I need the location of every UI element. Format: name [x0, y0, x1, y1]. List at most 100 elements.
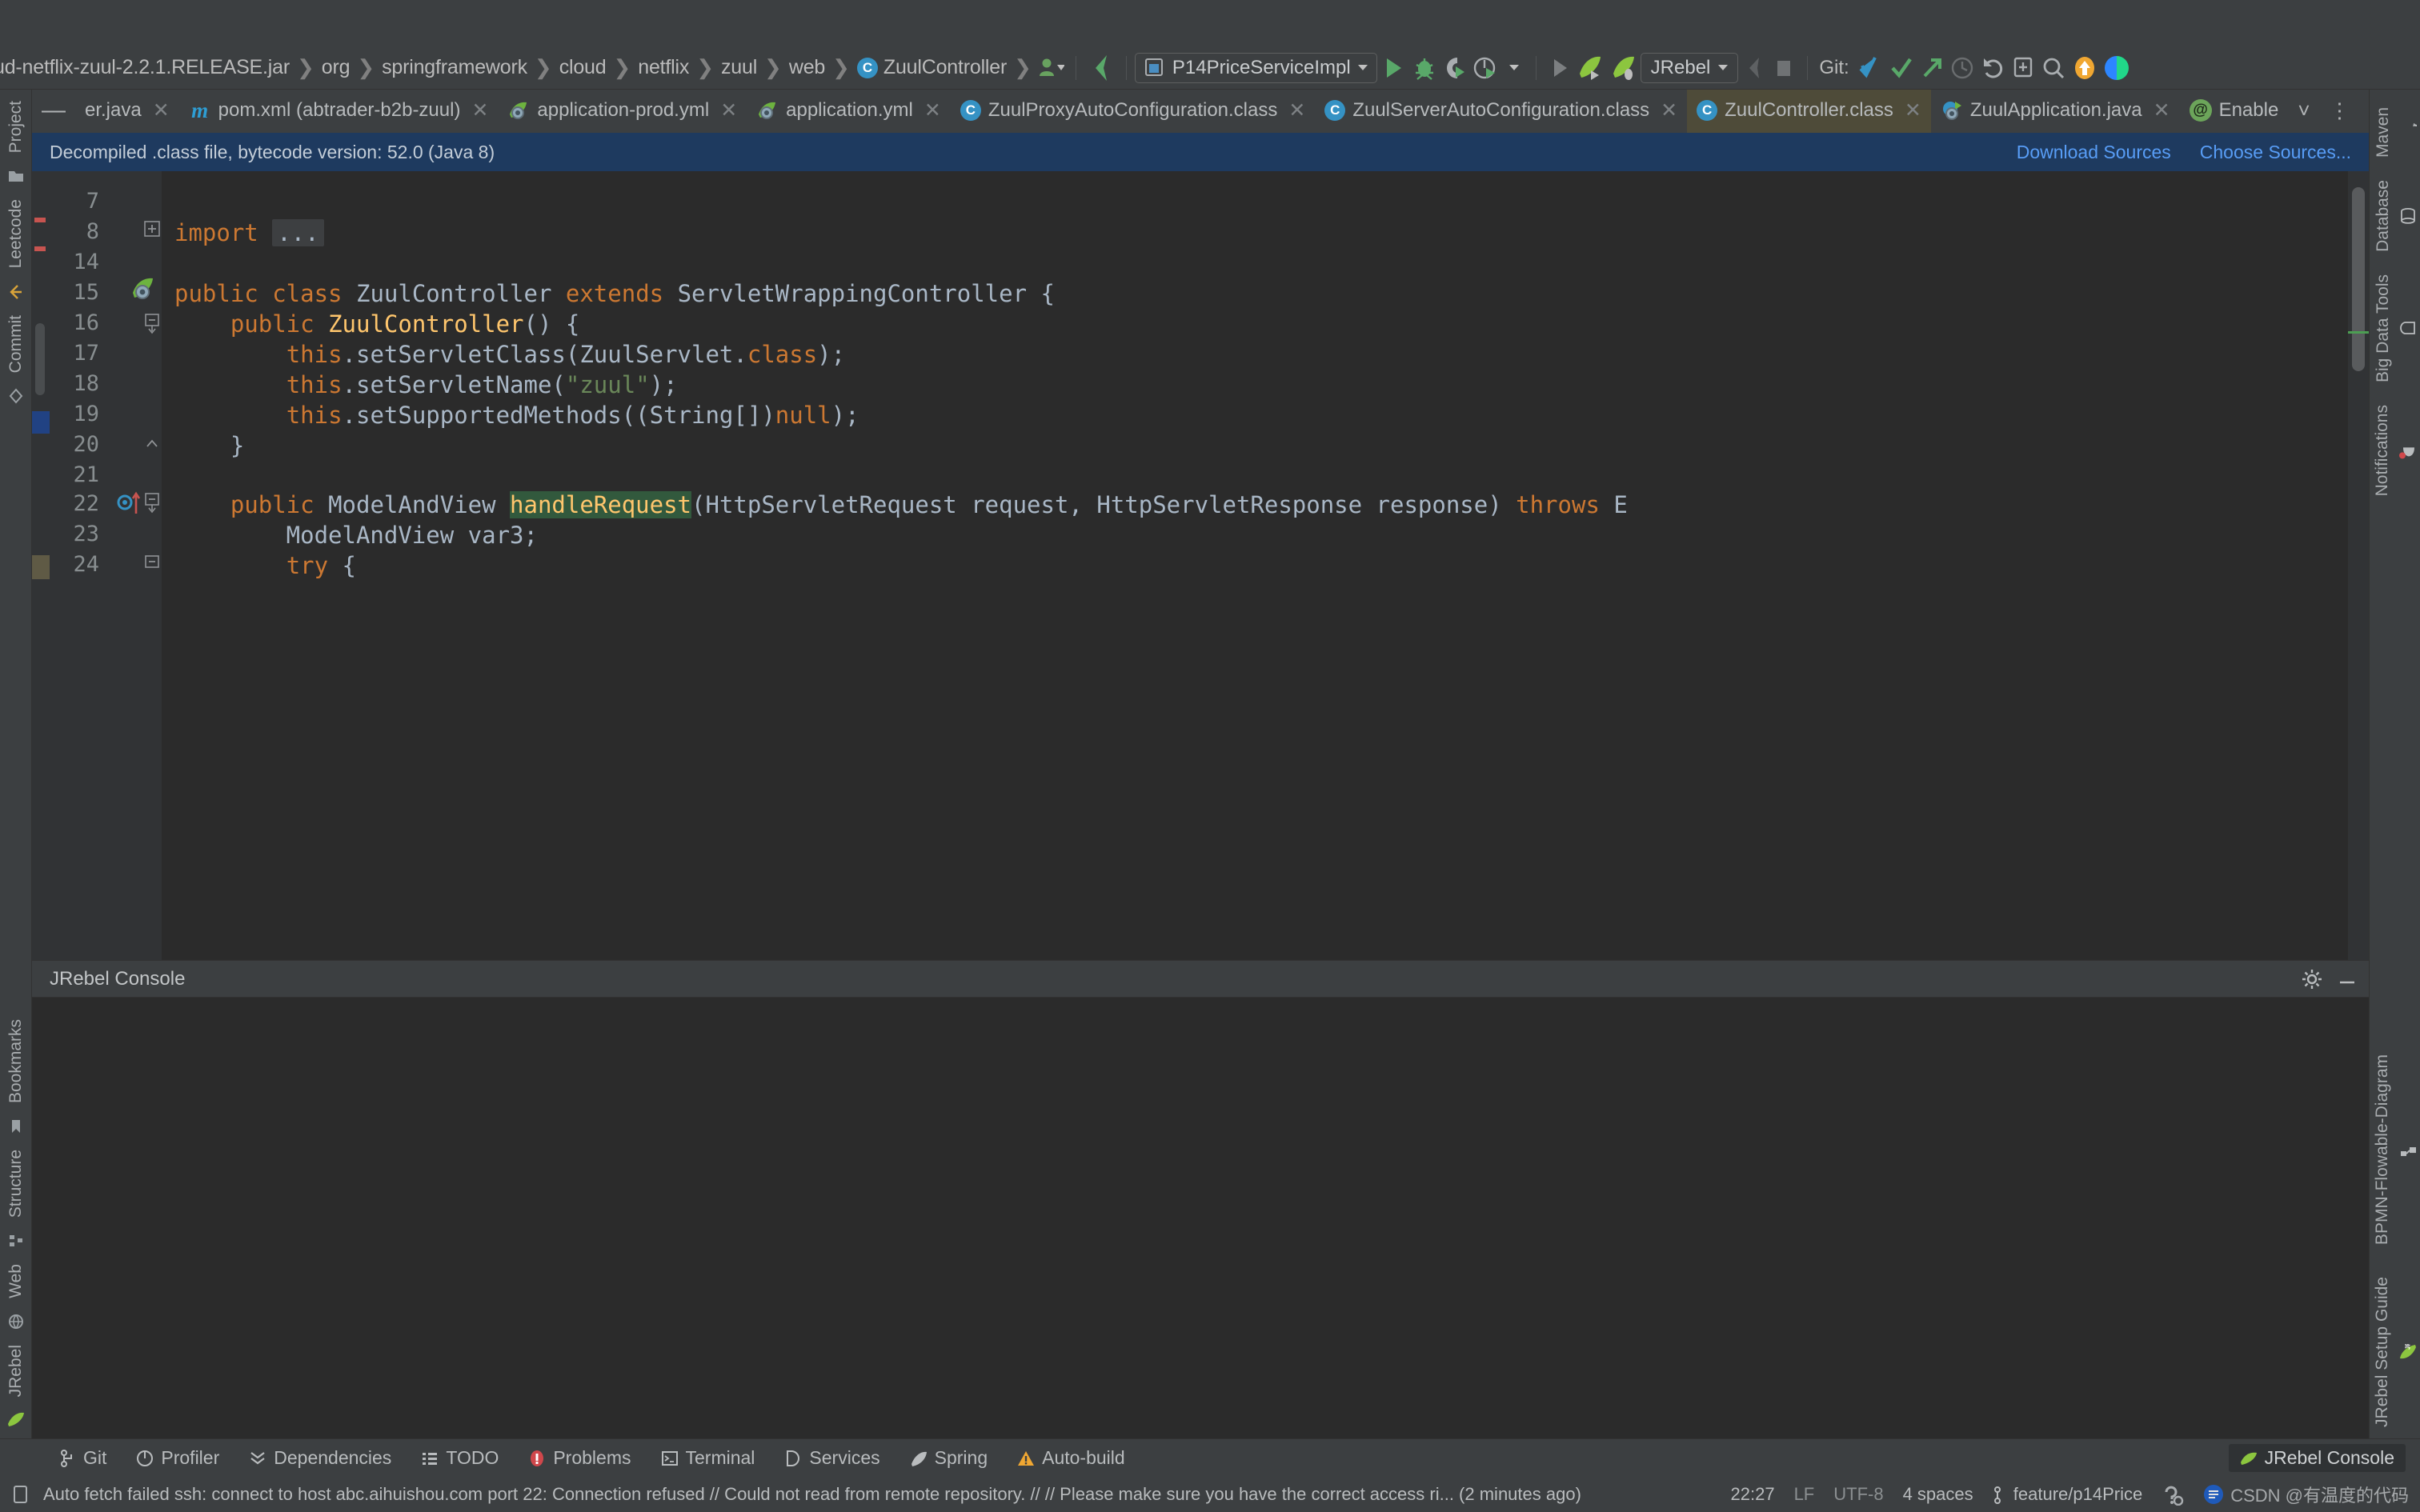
sidebar-item-jrebel-setup-guide[interactable]: JR JRebel Setup Guide	[2373, 1256, 2418, 1438]
caret-position[interactable]: 22:27	[1731, 1484, 1775, 1505]
gear-icon[interactable]	[2302, 969, 2322, 990]
tab-zuulserverautoconfiguration[interactable]: C ZuulServerAutoConfiguration.class ✕	[1315, 90, 1687, 133]
sidebar-item-database[interactable]: Database	[2374, 169, 2417, 263]
breadcrumb-item-netflix[interactable]: netflix	[633, 56, 694, 79]
status-message[interactable]: Auto fetch failed ssh: connect to host a…	[43, 1484, 1581, 1505]
git-commit-button[interactable]	[1886, 52, 1917, 84]
bottom-item-spring[interactable]: Spring	[895, 1447, 1002, 1469]
close-icon[interactable]: ✕	[471, 98, 488, 122]
tab-zuulproxyautoconfiguration[interactable]: C ZuulProxyAutoConfiguration.class ✕	[951, 90, 1315, 133]
stop-button[interactable]	[1769, 52, 1799, 84]
bottom-item-services[interactable]: Services	[769, 1447, 894, 1469]
choose-sources-link[interactable]: Choose Sources...	[2200, 142, 2351, 163]
jrebel-console-button[interactable]: JRebel Console	[2228, 1444, 2406, 1472]
scroll-thumb[interactable]	[35, 323, 45, 395]
run-button[interactable]	[1377, 52, 1409, 84]
scroll-thumb[interactable]	[2352, 187, 2365, 371]
tab-zuulcontroller-class[interactable]: C ZuulController.class ✕	[1687, 90, 1931, 133]
code-text-area[interactable]: import ... public class ZuulController e…	[162, 171, 2348, 960]
tabs-overflow-button[interactable]: ˅	[2288, 90, 2319, 133]
close-icon[interactable]: ✕	[153, 98, 170, 122]
tabs-collapse-button[interactable]: —	[32, 90, 75, 133]
breadcrumb-item-zuulcontroller[interactable]: C ZuulController	[852, 56, 1012, 79]
sidebar-item-structure[interactable]: Structure	[6, 1138, 26, 1229]
close-icon[interactable]: ✕	[924, 98, 941, 122]
tab-enable-annotation[interactable]: @ Enable	[2180, 90, 2289, 133]
sidebar-item-project[interactable]: Project	[6, 90, 26, 164]
inspection-widget-icon[interactable]	[2162, 1483, 2184, 1506]
bottom-item-dependencies[interactable]: Dependencies	[234, 1447, 406, 1469]
sidebar-item-jrebel[interactable]: JRebel	[6, 1334, 26, 1408]
search-everywhere-icon[interactable]	[2038, 52, 2069, 84]
close-icon[interactable]: ✕	[2154, 98, 2170, 122]
update-available-icon[interactable]	[2069, 52, 2101, 84]
breadcrumb-item-zuul[interactable]: zuul	[716, 56, 762, 79]
ide-logo-icon[interactable]	[2101, 52, 2133, 84]
fold-expand-icon[interactable]	[144, 221, 160, 237]
sidebar-item-bookmarks[interactable]: Bookmarks	[6, 1008, 26, 1114]
spring-bean-icon[interactable]	[130, 275, 157, 306]
bottom-item-todo[interactable]: TODO	[406, 1447, 513, 1469]
breadcrumb-item-springframework[interactable]: springframework	[377, 56, 532, 79]
rerun-button[interactable]	[1545, 52, 1573, 84]
bottom-item-auto-build[interactable]: Auto-build	[1002, 1447, 1140, 1469]
sidebar-item-maven[interactable]: m Maven	[2374, 96, 2417, 169]
profiler-button[interactable]	[1470, 52, 1500, 84]
sidebar-item-commit[interactable]: Commit	[6, 304, 26, 384]
attach-profiler-button[interactable]	[1738, 52, 1769, 84]
run-with-coverage-button[interactable]	[1440, 52, 1470, 84]
fold-end-icon[interactable]	[144, 435, 160, 451]
minimize-icon[interactable]	[2337, 969, 2358, 990]
tab-pom-xml[interactable]: m pom.xml (abtrader-b2b-zuul) ✕	[179, 90, 499, 133]
jrebel-debug-button[interactable]	[1607, 52, 1641, 84]
tab-er-java[interactable]: er.java ✕	[75, 90, 179, 133]
tabs-more-button[interactable]: ⋮	[2320, 90, 2361, 133]
tab-zuulapplication-java[interactable]: ZuulApplication.java ✕	[1931, 90, 2180, 133]
breadcrumb-item-jar[interactable]: ud-netflix-zuul-2.2.1.RELEASE.jar	[0, 56, 294, 79]
tab-application-prod-yml[interactable]: application-prod.yml ✕	[498, 90, 747, 133]
breadcrumb-item-cloud[interactable]: cloud	[555, 56, 611, 79]
sidebar-item-web[interactable]: Web	[6, 1253, 26, 1310]
git-push-button[interactable]	[1917, 52, 1947, 84]
user-avatar-icon[interactable]	[1034, 52, 1068, 84]
sidebar-item-leetcode[interactable]: Leetcode	[6, 188, 26, 279]
git-update-button[interactable]	[1856, 52, 1886, 84]
bottom-item-problems[interactable]: Problems	[513, 1447, 645, 1469]
git-branch-widget[interactable]: feature/p14Price	[1993, 1484, 2142, 1505]
tab-application-yml[interactable]: application.yml ✕	[747, 90, 951, 133]
breadcrumb-item-org[interactable]: org	[317, 56, 355, 79]
status-message-icon[interactable]	[11, 1484, 30, 1505]
file-encoding[interactable]: UTF-8	[1833, 1484, 1883, 1505]
close-icon[interactable]: ✕	[1288, 98, 1305, 122]
editor-gutter[interactable]: 7 8 14 15 16 17 18 19 20 21 22 23 24	[50, 171, 162, 960]
close-icon[interactable]: ✕	[720, 98, 737, 122]
git-rollback-button[interactable]	[1977, 52, 2008, 84]
code-editor[interactable]: 7 8 14 15 16 17 18 19 20 21 22 23 24 imp…	[32, 171, 2369, 960]
line-separator[interactable]: LF	[1794, 1484, 1815, 1505]
new-window-button[interactable]	[2008, 52, 2038, 84]
fold-collapse-icon[interactable]	[144, 555, 160, 571]
indent-setting[interactable]: 4 spaces	[1903, 1484, 1973, 1505]
editor-scrollbar[interactable]	[2348, 171, 2369, 960]
git-history-button[interactable]	[1947, 52, 1977, 84]
bottom-item-terminal[interactable]: Terminal	[646, 1447, 770, 1469]
sidebar-item-big-data-tools[interactable]: Big Data Tools	[2374, 263, 2417, 394]
sidebar-item-bpmn-flowable-diagram[interactable]: BPMN-Flowable-Diagram	[2373, 1043, 2418, 1256]
debug-button[interactable]	[1409, 52, 1440, 84]
override-method-icon[interactable]	[117, 490, 144, 520]
back-arrow-icon[interactable]	[1084, 52, 1118, 84]
bottom-item-profiler[interactable]: Profiler	[121, 1447, 234, 1469]
bottom-item-git[interactable]: Git	[45, 1447, 121, 1469]
profiler-dropdown[interactable]	[1500, 52, 1528, 84]
console-output[interactable]	[32, 998, 2369, 1438]
fold-collapse-icon[interactable]	[144, 314, 160, 334]
download-sources-link[interactable]: Download Sources	[2017, 142, 2171, 163]
jrebel-run-button[interactable]	[1573, 52, 1607, 84]
run-configuration-selector[interactable]: P14PriceServiceImpl	[1134, 52, 1377, 83]
close-icon[interactable]: ✕	[1905, 98, 1921, 122]
close-icon[interactable]: ✕	[1661, 98, 1677, 122]
sidebar-item-notifications[interactable]: Notifications	[2373, 394, 2418, 507]
fold-collapse-icon[interactable]	[144, 493, 160, 514]
editor-left-markers[interactable]	[32, 171, 50, 960]
breadcrumb-item-web[interactable]: web	[784, 56, 830, 79]
